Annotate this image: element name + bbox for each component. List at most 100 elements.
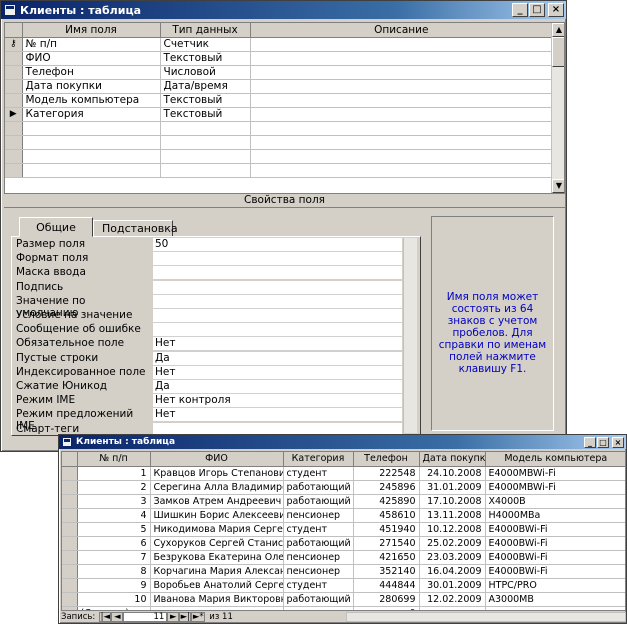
description-cell[interactable] (250, 93, 553, 108)
field-row[interactable] (5, 149, 553, 164)
primary-key-icon[interactable]: ⚷ (5, 37, 23, 52)
row-selector[interactable] (5, 121, 23, 136)
field-row[interactable] (5, 121, 553, 136)
table-cell[interactable]: 10.12.2008 (419, 522, 486, 537)
record-selector[interactable] (62, 494, 78, 509)
table-cell[interactable]: 352140 (353, 564, 420, 579)
ds-close-button[interactable]: × (612, 436, 624, 448)
table-cell[interactable]: пенсионер (283, 508, 354, 523)
property-value[interactable] (153, 294, 402, 309)
field-name-cell[interactable]: № п/п (22, 37, 161, 52)
table-cell[interactable]: A3000MB (485, 592, 625, 607)
ds-col-id[interactable]: № п/п (77, 452, 151, 467)
table-row[interactable]: 9Воробьев Анатолий Сергеевичстудент44484… (62, 578, 625, 593)
table-cell[interactable]: 8 (77, 564, 151, 579)
record-selector[interactable] (62, 578, 78, 593)
data-type-cell[interactable] (160, 121, 251, 136)
corner-selector[interactable] (5, 23, 23, 38)
table-cell[interactable]: 245896 (353, 480, 420, 495)
table-cell[interactable]: 7 (77, 550, 151, 565)
tab-general[interactable]: Общие (19, 217, 93, 237)
table-cell[interactable]: 451940 (353, 522, 420, 537)
property-value[interactable] (153, 252, 402, 267)
table-cell[interactable]: 16.04.2009 (419, 564, 486, 579)
col-header-field-name[interactable]: Имя поля (22, 23, 161, 38)
record-selector[interactable] (62, 536, 78, 551)
col-header-description[interactable]: Описание (250, 23, 553, 38)
record-selector[interactable] (62, 522, 78, 537)
table-cell[interactable]: 13.11.2008 (419, 508, 486, 523)
table-cell[interactable]: 23.03.2009 (419, 550, 486, 565)
field-name-cell[interactable]: Дата покупки (22, 79, 161, 94)
table-row[interactable]: 1 Кравцов Игорь Степанович студент 222548 24… (62, 466, 625, 481)
table-cell[interactable]: работающий (283, 480, 354, 495)
record-selector[interactable] (62, 550, 78, 565)
new-record-button[interactable]: ►* (191, 612, 206, 622)
field-name-cell[interactable] (22, 149, 161, 164)
record-selector[interactable] (62, 564, 78, 579)
row-selector[interactable] (5, 51, 23, 66)
field-name-cell[interactable]: Телефон (22, 65, 161, 80)
close-button[interactable]: × (548, 3, 564, 17)
prev-record-button[interactable]: ◄ (111, 612, 124, 622)
table-cell[interactable]: E4000MBWi-Fi (485, 480, 625, 495)
table-cell[interactable]: H4000MBa (485, 508, 625, 523)
property-value[interactable]: Нет контроля (153, 394, 402, 409)
field-name-cell[interactable] (22, 135, 161, 150)
row-selector[interactable] (5, 79, 23, 94)
property-value[interactable]: Да (153, 351, 402, 366)
table-cell[interactable]: Замков Атрем Андреевич (150, 494, 284, 509)
table-row[interactable]: 7Безрукова Екатерина Олеговнапенсионер42… (62, 550, 625, 565)
table-cell[interactable]: 425890 (353, 494, 420, 509)
table-cell[interactable]: E4000BWi-Fi (485, 536, 625, 551)
data-type-cell[interactable]: Текстовый (160, 107, 251, 122)
ds-col-model[interactable]: Модель компьютера (485, 452, 625, 467)
field-row[interactable] (5, 163, 553, 178)
field-row[interactable] (5, 135, 553, 150)
table-cell[interactable]: 222548 (353, 466, 420, 481)
row-selector[interactable] (5, 65, 23, 80)
table-cell[interactable]: студент (283, 578, 354, 593)
table-cell[interactable]: E4000MBWi-Fi (485, 466, 625, 481)
table-row[interactable]: 8Корчагина Мария Александровнапенсионер3… (62, 564, 625, 579)
table-cell[interactable]: 271540 (353, 536, 420, 551)
table-cell[interactable]: 4 (77, 508, 151, 523)
table-cell[interactable]: работающий (283, 536, 354, 551)
data-type-cell[interactable]: Дата/время (160, 79, 251, 94)
table-cell[interactable]: 280699 (353, 592, 420, 607)
property-value[interactable] (153, 323, 402, 338)
table-cell[interactable]: Никодимова Мария Сергеевна (150, 522, 284, 537)
scroll-thumb[interactable] (552, 37, 564, 67)
table-cell[interactable]: E4000BWi-Fi (485, 550, 625, 565)
field-row[interactable]: Телефон Числовой (5, 65, 553, 80)
table-cell[interactable]: 9 (77, 578, 151, 593)
description-cell[interactable] (250, 51, 553, 66)
property-value[interactable] (153, 266, 402, 281)
record-selector[interactable] (62, 592, 78, 607)
table-row[interactable]: 4 Шишкин Борис Алексеевич пенсионер 458610 1… (62, 508, 625, 523)
first-record-button[interactable]: |◄ (99, 612, 112, 622)
table-cell[interactable]: E4000BWi-Fi (485, 564, 625, 579)
table-cell[interactable]: Корчагина Мария Александровна (150, 564, 284, 579)
table-cell[interactable]: пенсионер (283, 564, 354, 579)
table-cell[interactable]: Иванова Мария Викторовна (150, 592, 284, 607)
table-cell[interactable]: Безрукова Екатерина Олеговна (150, 550, 284, 565)
table-cell[interactable]: 6 (77, 536, 151, 551)
description-cell[interactable] (250, 135, 553, 150)
properties-scrollbar[interactable] (403, 238, 417, 433)
property-value[interactable] (153, 280, 402, 295)
data-type-cell[interactable] (160, 163, 251, 178)
field-name-cell[interactable]: Модель компьютера (22, 93, 161, 108)
field-row[interactable]: Модель компьютера Текстовый (5, 93, 553, 108)
field-name-cell[interactable] (22, 163, 161, 178)
ds-col-date[interactable]: Дата покупки (419, 452, 486, 467)
field-grid-scrollbar[interactable]: ▲ ▼ (551, 23, 564, 193)
field-row[interactable]: ▶ Категория Текстовый (5, 107, 553, 122)
table-cell[interactable]: 25.02.2009 (419, 536, 486, 551)
table-row[interactable]: 6Сухоруков Сергей Станиславовичработающи… (62, 536, 625, 551)
table-cell[interactable]: 17.10.2008 (419, 494, 486, 509)
description-cell[interactable] (250, 37, 553, 52)
property-value[interactable] (153, 309, 402, 323)
ds-maximize-button[interactable]: □ (597, 436, 609, 448)
table-cell[interactable]: Серегина Алла Владимировна (150, 480, 284, 495)
